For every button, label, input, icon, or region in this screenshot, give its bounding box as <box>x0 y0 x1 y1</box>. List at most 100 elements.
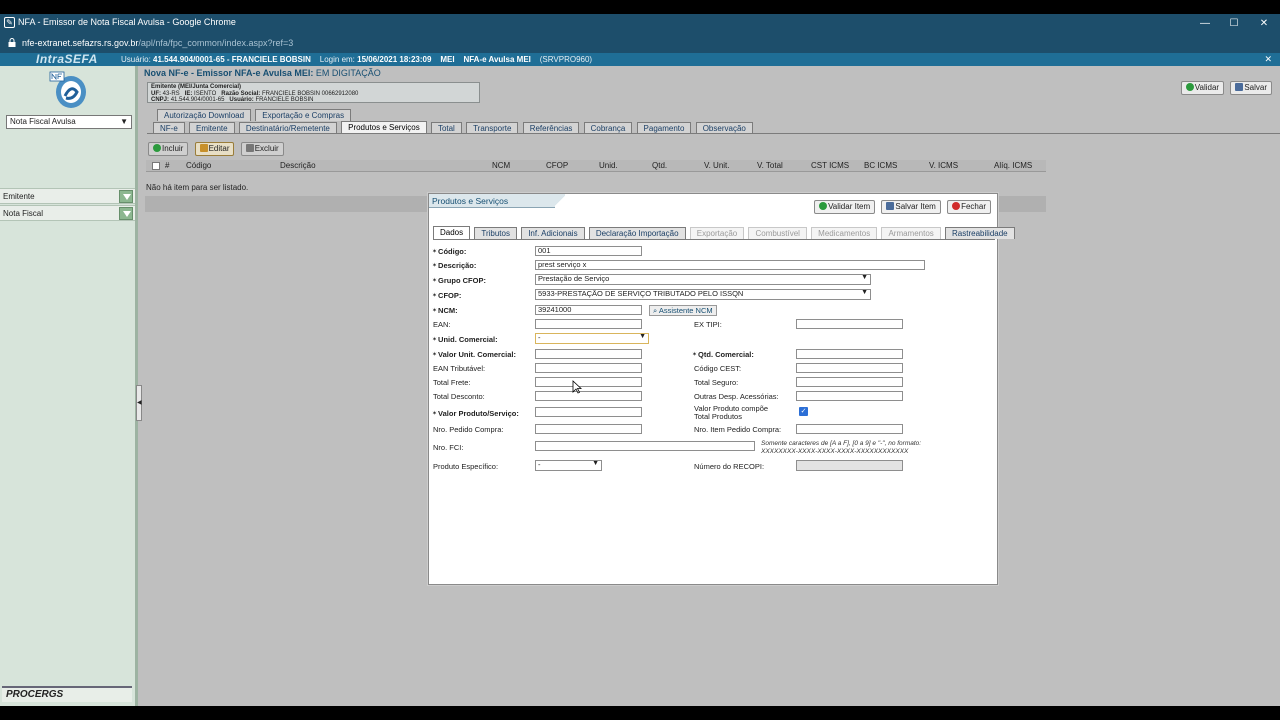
salvar-item-button[interactable]: Salvar Item <box>881 200 941 214</box>
salvar-label: Salvar <box>1244 83 1267 92</box>
produtos-servicos-dialog: Produtos e Serviços Validar Item Salvar … <box>428 193 1015 585</box>
col-aliq-icms: Alíq. ICMS <box>994 161 1033 170</box>
minimize-button[interactable]: — <box>1190 15 1220 32</box>
total-frete-label: Total Frete: <box>433 378 471 387</box>
lock-icon <box>8 38 16 47</box>
emitente-user-label: Usuário: <box>229 97 254 103</box>
sidebar-item-nota-fiscal[interactable]: Nota Fiscal <box>0 205 135 221</box>
mouse-cursor-icon <box>572 380 582 394</box>
form-title: Nova NF-e - Emissor NFA-e Avulsa MEI: EM… <box>144 68 381 78</box>
incluir-label: Incluir <box>162 144 184 153</box>
col-vunit: V. Unit. <box>704 161 730 170</box>
user-label: Usuário: <box>121 55 151 64</box>
valor-produto-input[interactable] <box>535 407 642 417</box>
add-icon <box>153 144 161 152</box>
url-text[interactable]: nfe-extranet.sefazrs.rs.gov.br/apl/nfa/f… <box>22 38 293 48</box>
tab-autorizacao-download[interactable]: Autorização Download <box>157 109 252 121</box>
salvar-button[interactable]: Salvar <box>1230 81 1272 95</box>
screen: ✎ NFA - Emissor de Nota Fiscal Avulsa - … <box>0 0 1280 720</box>
unid-comercial-select[interactable]: - ▼ <box>535 333 649 344</box>
fechar-button[interactable]: Fechar <box>947 200 991 214</box>
excluir-button[interactable]: Excluir <box>240 142 284 156</box>
cfop-select[interactable]: 5933-PRESTAÇÃO DE SERVIÇO TRIBUTADO PELO… <box>535 289 871 300</box>
ex-tipi-input[interactable] <box>796 319 903 329</box>
window-title: NFA - Emissor de Nota Fiscal Avulsa - Go… <box>18 17 236 27</box>
compoe-label-line2: Total Produtos <box>694 412 742 421</box>
fci-hint: Somente caracteres de [A a F], [0 a 9] e… <box>761 440 921 456</box>
emitente-user-value: FRANCIELE BOBSIN <box>255 97 314 103</box>
codigo-input[interactable]: 001 <box>535 246 642 256</box>
server-name: (SRVPRO960) <box>539 55 593 64</box>
header-band: IntraSEFA Usuário: 41.544.904/0001-65 - … <box>0 52 1280 66</box>
maximize-button[interactable]: ☐ <box>1219 15 1249 32</box>
expand-arrow-icon[interactable] <box>119 190 133 203</box>
editar-button[interactable]: Editar <box>194 142 235 156</box>
descricao-input[interactable]: prest serviço x <box>535 260 925 270</box>
check-icon <box>819 202 828 210</box>
valor-unit-label: Valor Unit. Comercial: <box>432 350 516 359</box>
tab-exportacao-compras[interactable]: Exportação e Compras <box>255 109 352 121</box>
tab-rastreabilidade[interactable]: Rastreabilidade <box>945 227 1015 239</box>
col-cst-icms: CST ICMS <box>811 161 850 170</box>
close-window-button[interactable]: ✕ <box>1249 15 1279 32</box>
salvar-item-label: Salvar Item <box>895 202 936 211</box>
col-bc-icms: BC ICMS <box>864 161 898 170</box>
tab-declaracao-importacao[interactable]: Declaração Importação <box>588 227 686 239</box>
user-value: 41.544.904/0001-65 - FRANCIELE BOBSIN <box>153 55 311 64</box>
col-codigo: Código <box>186 161 212 170</box>
intrasefa-logo: IntraSEFA <box>36 52 98 66</box>
incluir-button[interactable]: Incluir <box>148 142 189 156</box>
items-grid-header: # Código Descrição NCM CFOP Unid. Qtd. V… <box>146 160 1046 172</box>
total-desconto-label: Total Desconto: <box>433 392 485 401</box>
tab-dados[interactable]: Dados <box>433 226 471 239</box>
empty-list-message: Não há item para ser listado. <box>146 183 249 192</box>
validar-item-button[interactable]: Validar Item <box>814 200 876 214</box>
total-frete-input[interactable] <box>535 377 642 387</box>
ex-tipi-label: EX TIPI: <box>694 320 722 329</box>
item-pedido-label: Nro. Item Pedido Compra: <box>694 425 782 434</box>
address-bar[interactable]: nfe-extranet.sefazrs.rs.gov.br/apl/nfa/f… <box>0 33 1280 53</box>
url-host: nfe-extranet.sefazrs.rs.gov.br <box>22 38 139 48</box>
codigo-cest-input[interactable] <box>796 363 903 373</box>
ean-tributavel-input[interactable] <box>535 363 642 373</box>
procergs-logo: PROCERGS <box>2 686 132 702</box>
tab-tributos[interactable]: Tributos <box>474 227 517 239</box>
expand-arrow-icon[interactable] <box>119 207 133 220</box>
col-vtotal: V. Total <box>757 161 783 170</box>
assistente-ncm-button[interactable]: ⌕ Assistente NCM <box>649 305 717 316</box>
excluir-label: Excluir <box>254 144 279 153</box>
ie-value: ISENTO <box>194 90 217 97</box>
grupo-cfop-select[interactable]: Prestação de Serviço ▼ <box>535 274 871 285</box>
close-session-icon[interactable]: ✕ <box>1264 54 1272 65</box>
compoe-total-checkbox[interactable]: ✓ <box>799 407 808 416</box>
col-descricao: Descrição <box>280 161 316 170</box>
total-seguro-input[interactable] <box>796 377 903 387</box>
list-actions: Incluir Editar Excluir <box>148 142 288 156</box>
nfe-logo <box>49 71 86 108</box>
valor-unit-input[interactable] <box>535 349 642 359</box>
total-desconto-input[interactable] <box>535 391 642 401</box>
emitente-summary: Emitente (MEI/Junta Comercial) UF: 43-RS… <box>147 82 480 103</box>
item-pedido-input[interactable] <box>796 424 903 434</box>
ncm-input[interactable]: 39241000 <box>535 305 642 315</box>
ean-input[interactable] <box>535 319 642 329</box>
outras-despesas-input[interactable] <box>796 391 903 401</box>
select-all-checkbox[interactable] <box>152 162 160 170</box>
tab-inf-adicionais[interactable]: Inf. Adicionais <box>521 227 585 239</box>
fci-input[interactable] <box>535 441 755 451</box>
page: IntraSEFA Usuário: 41.544.904/0001-65 - … <box>0 52 1280 706</box>
validar-button[interactable]: Validar <box>1180 81 1225 95</box>
tab-divider <box>147 133 1280 134</box>
codigo-cest-label: Código CEST: <box>694 364 742 373</box>
close-icon <box>952 202 961 210</box>
document-type-select[interactable]: Nota Fiscal Avulsa ▼ <box>6 115 132 129</box>
total-seguro-label: Total Seguro: <box>694 378 739 387</box>
pedido-compra-input[interactable] <box>535 424 642 434</box>
fci-label: Nro. FCI: <box>433 443 464 452</box>
descricao-label: Descrição: <box>432 261 476 270</box>
sidebar-item-emitente[interactable]: Emitente <box>0 188 135 204</box>
produto-especifico-select[interactable]: - ▼ <box>535 460 602 471</box>
recopi-label: Número do RECOPI: <box>694 462 765 471</box>
dialog-actions: Validar Item Salvar Item Fechar <box>810 200 991 214</box>
qtd-comercial-input[interactable] <box>796 349 903 359</box>
